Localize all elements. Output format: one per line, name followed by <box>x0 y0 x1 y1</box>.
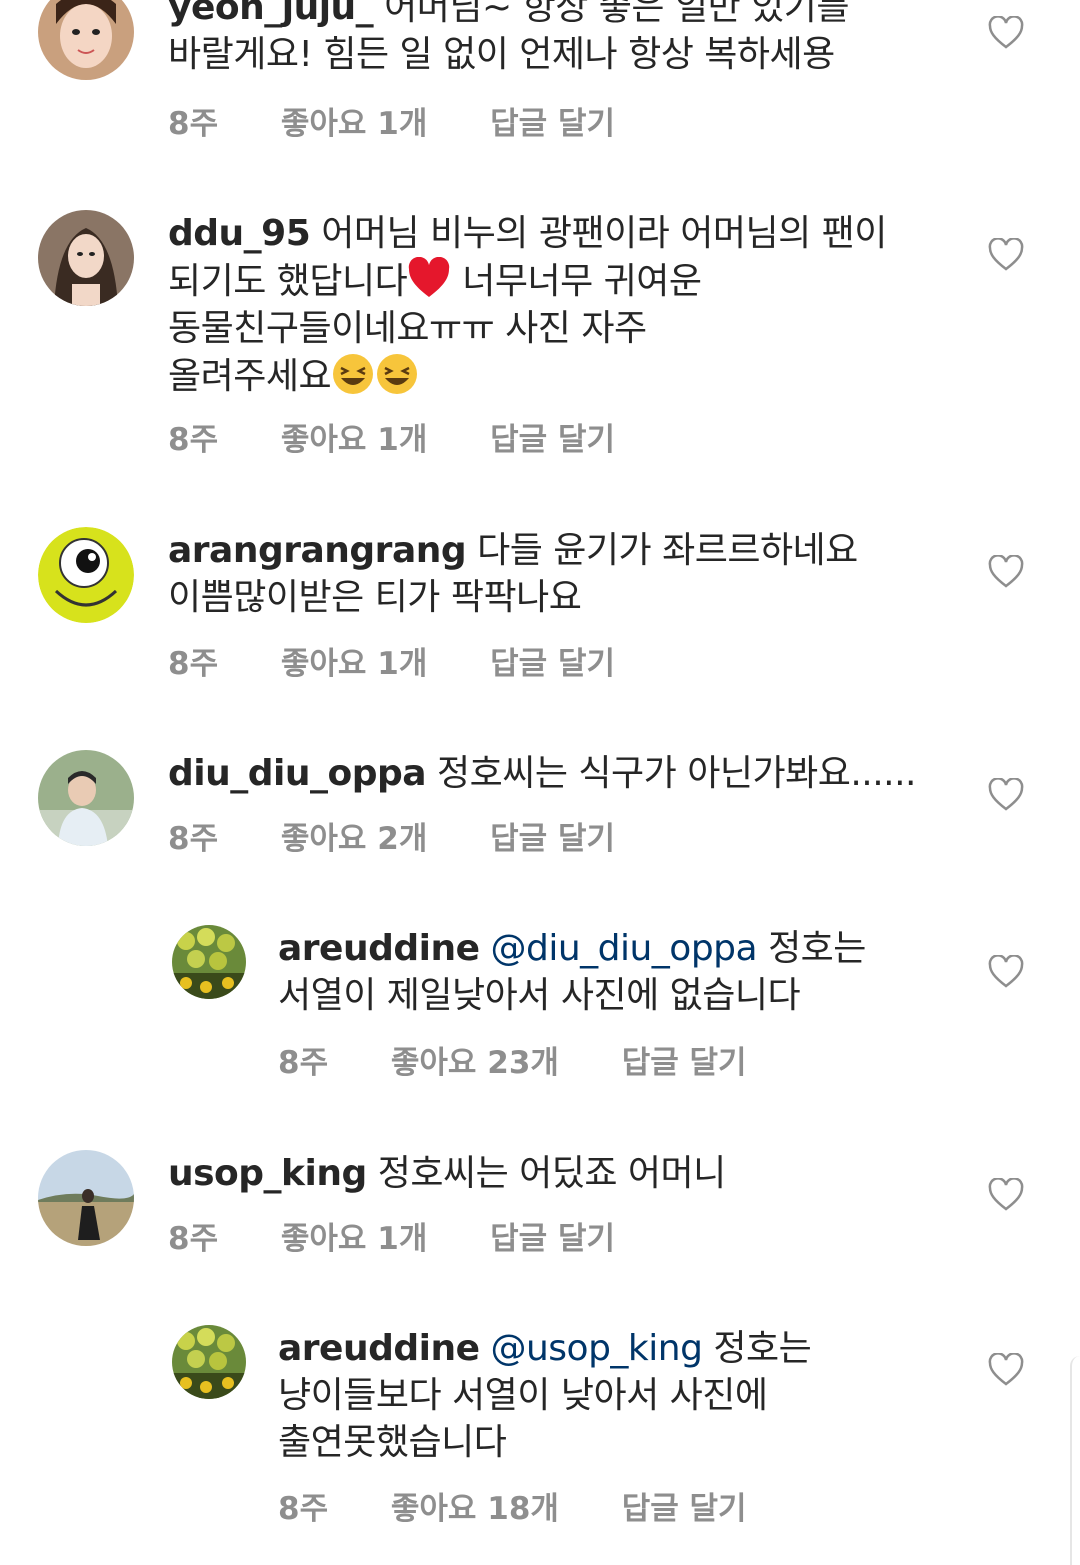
comment-body: 냥이들보다 서열이 낮아서 사진에 <box>278 1375 768 1416</box>
like-heart-icon[interactable] <box>988 555 1024 589</box>
likes-count[interactable]: 좋아요 1개 <box>281 98 427 143</box>
comment-meta: 8주 좋아요 1개 답글 달기 <box>168 98 667 143</box>
comment-body: 이쁨많이받은 티가 팍팍나요 <box>168 577 582 618</box>
comment-username[interactable]: diu_diu_oppa <box>168 753 427 794</box>
comment-time: 8주 <box>168 106 219 142</box>
comment-text: usop_king 정호씨는 어딨죠 어머니 <box>168 1150 930 1197</box>
comment-meta: 8주 좋아요 1개 답글 달기 <box>168 638 667 683</box>
comment-username[interactable]: usop_king <box>168 1153 367 1194</box>
comment-body: 다들 윤기가 좌르르하네요 <box>477 530 858 571</box>
comment-username[interactable]: areuddine <box>278 928 480 969</box>
comment-time: 8주 <box>278 1045 329 1081</box>
comment-username[interactable]: arangrangrang <box>168 530 467 571</box>
comment-time: 8주 <box>168 1221 219 1257</box>
comment-meta: 8주 좋아요 18개 답글 달기 <box>278 1483 799 1528</box>
comment-body: 정호씨는 식구가 아닌가봐요...... <box>437 753 917 794</box>
comment-username[interactable]: ddu_95 <box>168 213 311 254</box>
like-heart-icon[interactable] <box>988 16 1024 50</box>
comment-username[interactable]: yeon_juju_ <box>168 0 374 28</box>
comment-body: 어머님~ 항상 좋은 일만 있기를 <box>384 0 850 28</box>
comment-meta: 8주 좋아요 2개 답글 달기 <box>168 813 667 858</box>
comment-body: 되기도 했답니다 <box>168 261 408 302</box>
laughing-face-emoji-icon <box>331 352 375 396</box>
comment-meta: 8주 좋아요 1개 답글 달기 <box>168 1213 667 1258</box>
red-heart-emoji-icon <box>407 256 451 301</box>
comment-time: 8주 <box>168 821 219 857</box>
comment-body: 너무너무 귀여운 <box>462 261 702 302</box>
comment-body: 정호는 <box>713 1328 812 1369</box>
comment-text: diu_diu_oppa 정호씨는 식구가 아닌가봐요...... <box>168 750 930 797</box>
reply-button[interactable]: 답글 달기 <box>622 1483 747 1528</box>
mention-link[interactable]: @usop_king <box>490 1328 702 1369</box>
comment-body: 정호는 <box>768 928 866 969</box>
comment-time: 8주 <box>278 1491 329 1527</box>
reply-button[interactable]: 답글 달기 <box>622 1037 747 1082</box>
comment-body: 올려주세요 <box>168 356 332 397</box>
reply-button[interactable]: 답글 달기 <box>490 638 615 683</box>
mention-link[interactable]: @diu_diu_oppa <box>490 928 757 969</box>
comment-text: yeon_juju_ 어머님~ 항상 좋은 일만 있기를 바랄게요! 힘든 일 … <box>168 0 930 78</box>
like-heart-icon[interactable] <box>988 1353 1024 1387</box>
comment-body: 바랄게요! 힘든 일 없이 언제나 항상 복하세용 <box>168 34 835 75</box>
avatar[interactable] <box>38 527 134 623</box>
likes-count[interactable]: 좋아요 23개 <box>391 1037 559 1082</box>
avatar[interactable] <box>38 750 134 846</box>
likes-count[interactable]: 좋아요 18개 <box>391 1483 559 1528</box>
likes-count[interactable]: 좋아요 1개 <box>281 1213 427 1258</box>
avatar[interactable] <box>38 1150 134 1246</box>
comment-text: areuddine @usop_king 정호는 냥이들보다 서열이 낮아서 사… <box>278 1325 930 1466</box>
comment-text: arangrangrang 다들 윤기가 좌르르하네요 이쁨많이받은 티가 팍팍… <box>168 527 930 621</box>
comment-body: 서열이 제일낮아서 사진에 없습니다 <box>278 975 801 1016</box>
avatar[interactable] <box>38 210 134 306</box>
likes-count[interactable]: 좋아요 1개 <box>281 414 427 459</box>
like-heart-icon[interactable] <box>988 955 1024 989</box>
comment-time: 8주 <box>168 422 219 458</box>
comment-text: ddu_95 어머님 비누의 광팬이라 어머님의 팬이 되기도 했답니다 너무너… <box>168 210 930 400</box>
avatar[interactable] <box>172 925 246 999</box>
like-heart-icon[interactable] <box>988 1178 1024 1212</box>
comment-body: 출연못했습니다 <box>278 1422 507 1463</box>
laughing-face-emoji-icon <box>375 352 419 396</box>
comment-body: 어머님 비누의 광팬이라 어머님의 팬이 <box>321 213 887 254</box>
avatar[interactable] <box>38 0 134 80</box>
comment-body: 정호씨는 어딨죠 어머니 <box>377 1153 727 1194</box>
like-heart-icon[interactable] <box>988 238 1024 272</box>
reply-button[interactable]: 답글 달기 <box>490 1213 615 1258</box>
reply-button[interactable]: 답글 달기 <box>490 813 615 858</box>
comment-meta: 8주 좋아요 1개 답글 달기 <box>168 414 667 459</box>
comment-username[interactable]: areuddine <box>278 1328 480 1369</box>
comment-text: areuddine @diu_diu_oppa 정호는 서열이 제일낮아서 사진… <box>278 925 930 1019</box>
likes-count[interactable]: 좋아요 2개 <box>281 813 427 858</box>
reply-button[interactable]: 답글 달기 <box>490 414 615 459</box>
reply-button[interactable]: 답글 달기 <box>490 98 615 143</box>
comment-time: 8주 <box>168 646 219 682</box>
likes-count[interactable]: 좋아요 1개 <box>281 638 427 683</box>
comment-body: 동물친구들이네요ㅠㅠ 사진 자주 <box>168 308 647 349</box>
avatar[interactable] <box>172 1325 246 1399</box>
scrollbar[interactable] <box>1070 1356 1080 1565</box>
comment-meta: 8주 좋아요 23개 답글 달기 <box>278 1037 799 1082</box>
like-heart-icon[interactable] <box>988 778 1024 812</box>
